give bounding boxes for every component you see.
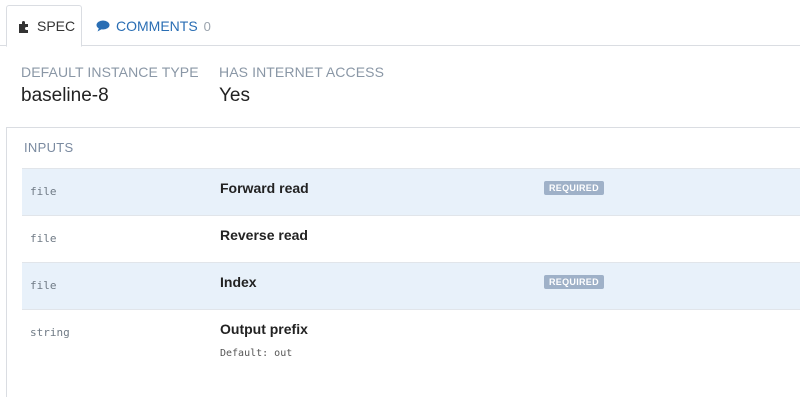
input-type: file — [30, 185, 57, 198]
puzzle-icon — [18, 20, 31, 33]
input-row-output-prefix: string Output prefix Default: out — [22, 309, 800, 385]
input-row-forward-read: file Forward read REQUIRED — [22, 168, 800, 215]
required-badge: REQUIRED — [544, 181, 604, 195]
internet-access-label: HAS INTERNET ACCESS — [219, 64, 385, 80]
required-badge: REQUIRED — [544, 275, 604, 289]
instance-type-value: baseline-8 — [21, 85, 109, 106]
input-row-index: file Index REQUIRED — [22, 262, 800, 309]
input-type: file — [30, 279, 57, 292]
tab-spec[interactable]: SPEC — [6, 5, 82, 47]
internet-access-value: Yes — [219, 85, 250, 106]
input-name: Index — [220, 274, 257, 290]
input-row-reverse-read: file Reverse read — [22, 215, 800, 262]
input-name: Output prefix — [220, 321, 308, 337]
tab-bar: SPEC COMMENTS 0 — [0, 0, 800, 47]
tab-comments-label: COMMENTS — [116, 17, 198, 34]
tab-comments[interactable]: COMMENTS 0 — [96, 5, 211, 46]
input-type: file — [30, 232, 57, 245]
instance-type-label: DEFAULT INSTANCE TYPE — [21, 64, 199, 80]
tab-spec-label: SPEC — [37, 18, 76, 34]
comments-count: 0 — [203, 19, 211, 34]
comment-icon — [96, 20, 110, 32]
inputs-title: INPUTS — [24, 140, 74, 155]
input-default-value: Default: out — [220, 348, 293, 359]
input-type: string — [30, 326, 70, 339]
input-name: Forward read — [220, 180, 309, 196]
input-name: Reverse read — [220, 227, 308, 243]
